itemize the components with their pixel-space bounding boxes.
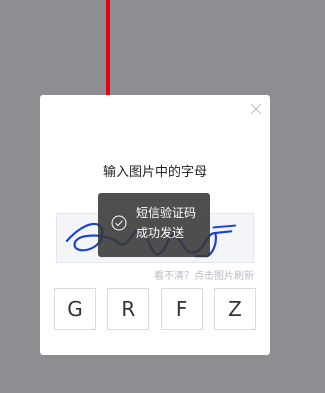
refresh-hint-link[interactable]: 看不清？点击图片刷新 bbox=[154, 267, 254, 282]
toast-line-2: 成功发送 bbox=[136, 226, 185, 240]
letter-option-z[interactable]: Z bbox=[213, 288, 256, 330]
success-toast: 短信验证码 成功发送 bbox=[98, 193, 210, 257]
page: 输入图片中的字母 看不清？点击图片刷新 G R F Z 短信验证码 成功发送 bbox=[0, 0, 325, 393]
letter-option-g[interactable]: G bbox=[54, 288, 96, 330]
letter-option-f[interactable]: F bbox=[160, 288, 203, 330]
toast-line-1: 短信验证码 bbox=[136, 206, 197, 220]
dialog-title: 输入图片中的字母 bbox=[102, 165, 207, 180]
close-icon[interactable] bbox=[248, 101, 264, 117]
check-circle-icon bbox=[111, 215, 127, 231]
letter-options: G R F Z bbox=[54, 288, 256, 331]
letter-option-r[interactable]: R bbox=[107, 288, 150, 330]
